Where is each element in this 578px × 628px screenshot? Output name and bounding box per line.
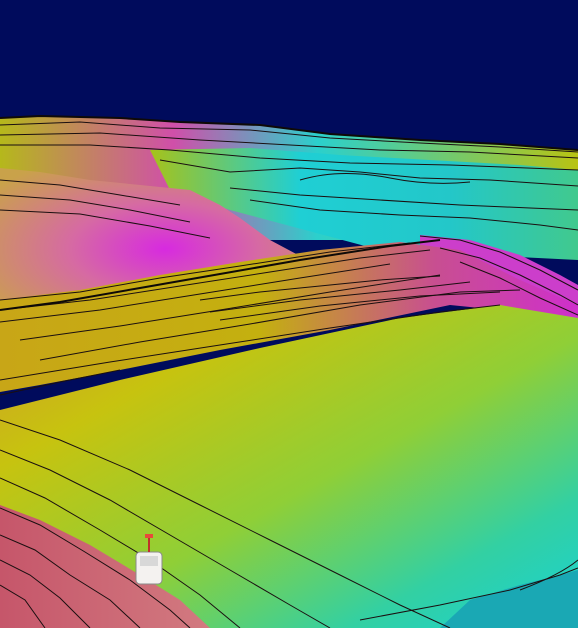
terrain-svg	[0, 0, 578, 628]
terrain-3d-view	[0, 0, 578, 628]
